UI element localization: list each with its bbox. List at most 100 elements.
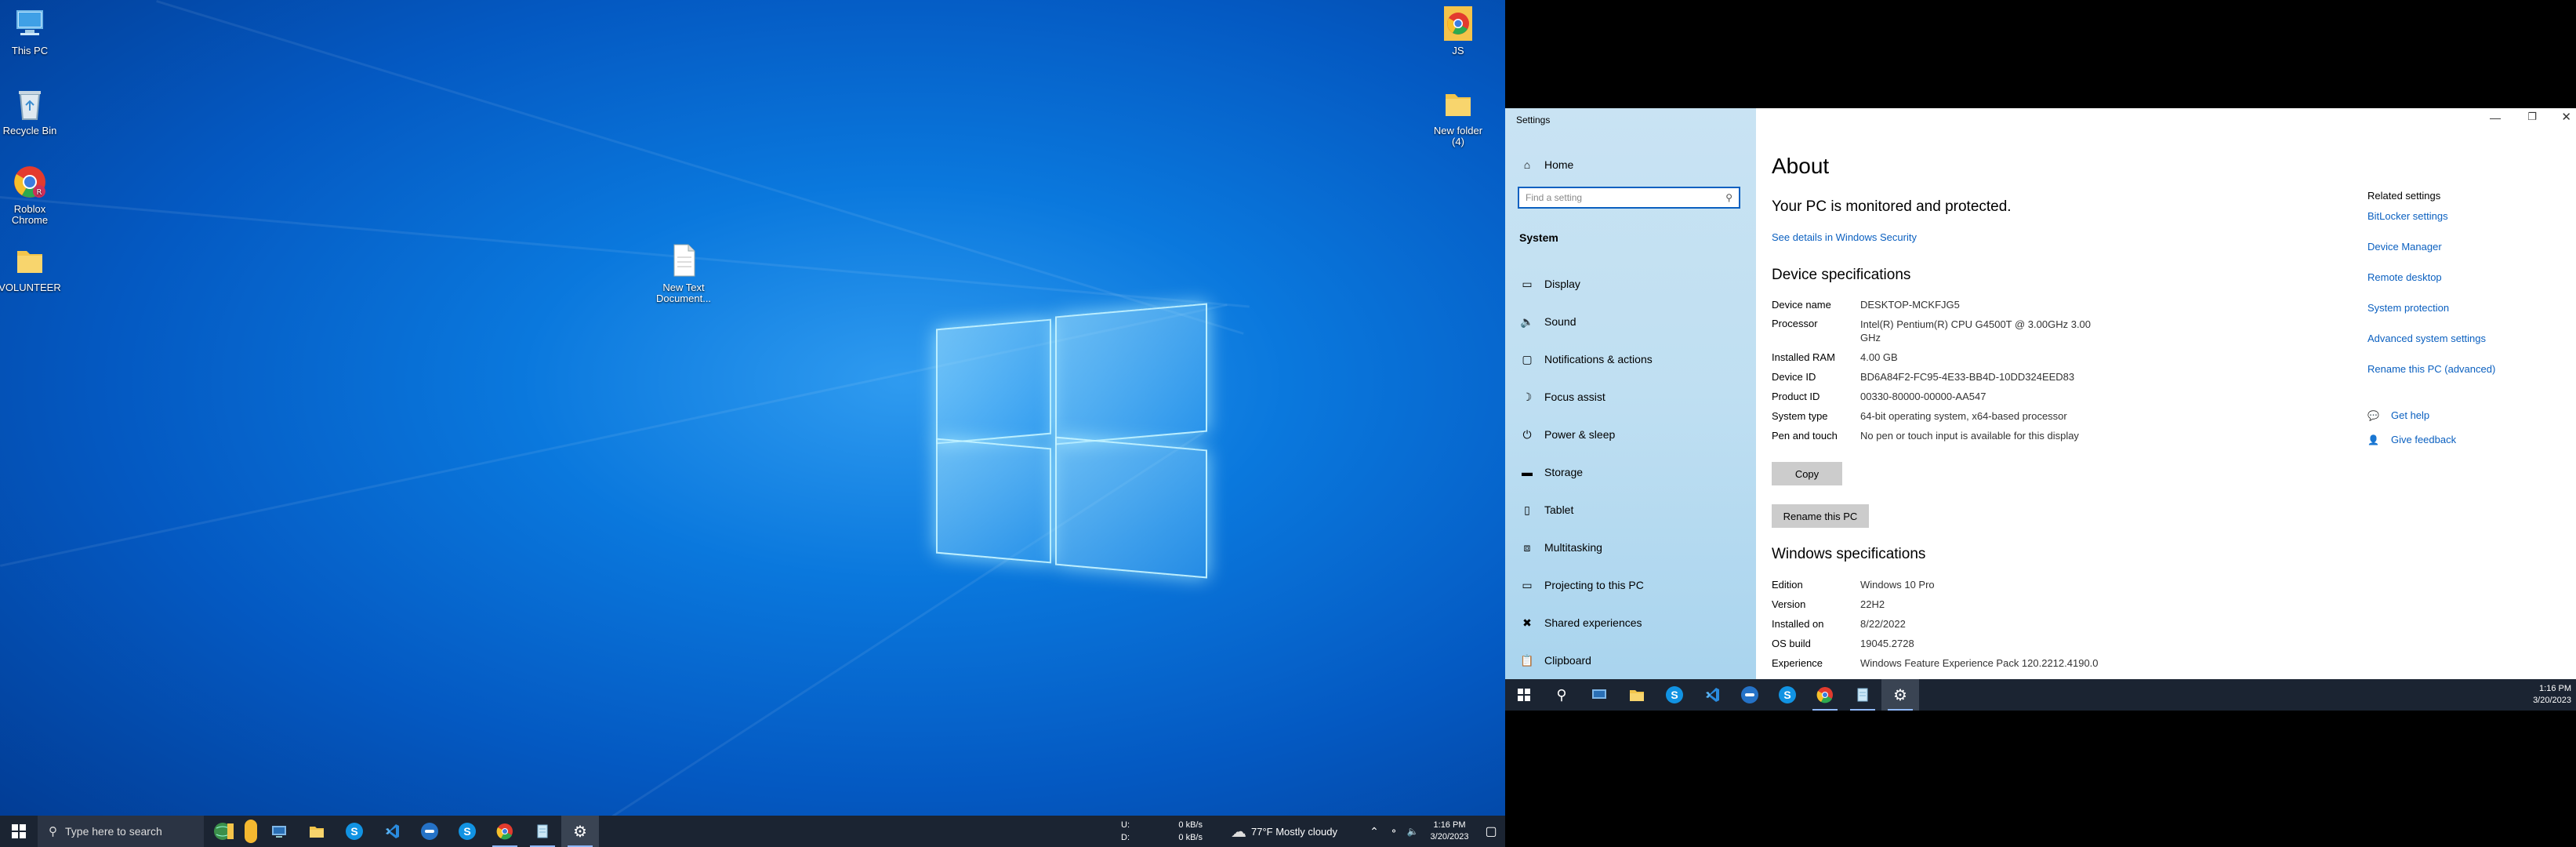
nav-item-display[interactable]: ▭ Display	[1505, 267, 1756, 301]
nav-item-label: Shared experiences	[1544, 616, 1642, 629]
taskbar-settings[interactable]: ⚙	[561, 816, 599, 847]
nav-item-projecting[interactable]: ▭ Projecting to this PC	[1505, 568, 1756, 602]
search-button[interactable]: ⚲	[1543, 679, 1580, 711]
desktop-icon-new-folder-4[interactable]: New folder (4)	[1427, 85, 1489, 147]
search-icon: ⚲	[1725, 192, 1732, 203]
notification-center-icon[interactable]: ▢	[1477, 823, 1505, 839]
nav-item-power-sleep[interactable]: ⏻ Power & sleep	[1505, 417, 1756, 452]
network-icon[interactable]: ⚬	[1384, 826, 1403, 837]
taskbar-chat-app[interactable]	[1731, 679, 1769, 711]
spec-label: Installed RAM	[1772, 351, 1835, 363]
windows-start-icon	[12, 824, 26, 838]
restore-button[interactable]: ❐	[2527, 111, 2537, 123]
weather-widget[interactable]: ☁ 77°F Mostly cloudy	[1231, 822, 1364, 842]
taskbar-settings[interactable]: ⚙	[1881, 679, 1919, 711]
taskbar-file-explorer[interactable]	[298, 816, 336, 847]
taskbar-notepad[interactable]	[524, 816, 561, 847]
home-icon: ⌂	[1523, 158, 1531, 171]
desktop-icon-this-pc[interactable]: This PC	[0, 5, 61, 56]
taskbar-notepad[interactable]	[1844, 679, 1881, 711]
taskbar-clock[interactable]: 1:16 PM 3/20/2023	[2516, 683, 2576, 707]
taskbar-chat-app[interactable]	[411, 816, 448, 847]
taskbar-remote-desktop[interactable]	[260, 816, 298, 847]
nav-item-storage[interactable]: ▬ Storage	[1505, 455, 1756, 489]
taskbar-vscode[interactable]	[373, 816, 411, 847]
taskbar-skype[interactable]: S	[336, 816, 373, 847]
get-help-row[interactable]: 💬 Get help	[2367, 409, 2429, 421]
taskbar-search-box[interactable]: ⚲ Type here to search	[38, 816, 204, 847]
taskbar-pinned-yellow[interactable]	[241, 816, 260, 847]
storage-icon: ▬	[1522, 466, 1533, 478]
spec-value: BD6A84F2-FC95-4E33-BB4D-10DD324EED83	[1860, 371, 2075, 383]
get-help-link[interactable]: Get help	[2391, 409, 2429, 421]
nav-item-focus-assist[interactable]: ☽ Focus assist	[1505, 380, 1756, 414]
taskbar-skype[interactable]: S	[1656, 679, 1693, 711]
taskbar-chrome[interactable]	[1806, 679, 1844, 711]
desktop-icon-volunteer[interactable]: VOLUNTEER	[0, 242, 61, 293]
chevron-up-icon[interactable]: ⌃	[1364, 825, 1384, 838]
right-taskbar: ⚲ S S ⚙ 1:16 PM 3/20/2023	[1505, 679, 2576, 711]
settings-search-input[interactable]: Find a setting ⚲	[1518, 187, 1740, 209]
desktop-icon-label: This PC	[11, 45, 49, 56]
skype-icon: S	[346, 823, 363, 840]
volume-icon[interactable]: 🔈	[1403, 826, 1422, 837]
spec-value: Windows Feature Experience Pack 120.2212…	[1860, 657, 2099, 669]
copy-button[interactable]: Copy	[1772, 462, 1842, 485]
remote-desktop-link[interactable]: Remote desktop	[2367, 271, 2442, 283]
windows-start-icon	[1518, 689, 1530, 701]
nav-item-sound[interactable]: 🔈 Sound	[1505, 304, 1756, 339]
close-button[interactable]: ✕	[2561, 110, 2571, 124]
net-up-value: 0 kB/s	[1178, 820, 1203, 830]
advanced-system-settings-link[interactable]: Advanced system settings	[2367, 333, 2486, 344]
spec-value: 00330-80000-00000-AA547	[1860, 391, 1986, 402]
system-protection-link[interactable]: System protection	[2367, 302, 2449, 314]
nav-home[interactable]: ⌂ Home	[1505, 147, 1756, 182]
spec-label: Device name	[1772, 299, 1831, 311]
nav-item-tablet[interactable]: ▯ Tablet	[1505, 493, 1756, 527]
give-feedback-row[interactable]: 👤 Give feedback	[2367, 434, 2456, 445]
spec-label: Installed on	[1772, 618, 1824, 630]
desktop-icon-js[interactable]: JS	[1427, 5, 1489, 56]
nav-item-label: Power & sleep	[1544, 428, 1616, 441]
taskbar-skype-2[interactable]: S	[448, 816, 486, 847]
taskbar-chrome[interactable]	[486, 816, 524, 847]
search-icon: ⚲	[49, 825, 57, 838]
notification-icon: ▢	[1522, 352, 1533, 365]
nav-item-multitasking[interactable]: ⧈ Multitasking	[1505, 530, 1756, 565]
nav-item-clipboard[interactable]: 📋 Clipboard	[1505, 643, 1756, 678]
nav-item-label: Sound	[1544, 315, 1576, 328]
bitlocker-settings-link[interactable]: BitLocker settings	[2367, 210, 2448, 222]
minimize-button[interactable]: —	[2490, 111, 2501, 124]
desktop-icon-new-text-document[interactable]: New Text Document...	[652, 242, 715, 304]
windows-security-link[interactable]: See details in Windows Security	[1772, 231, 1917, 243]
globe-icon	[214, 823, 234, 840]
desktop-icon-recycle-bin[interactable]: Recycle Bin	[0, 85, 61, 136]
taskbar-file-explorer[interactable]	[1618, 679, 1656, 711]
start-button[interactable]	[0, 816, 38, 847]
clipboard-icon: 📋	[1520, 653, 1534, 667]
desktop-icon-roblox-chrome[interactable]: R Roblox Chrome	[0, 163, 61, 226]
window-title: Settings	[1516, 115, 1551, 125]
taskbar-skype-2[interactable]: S	[1769, 679, 1806, 711]
vscode-icon	[386, 824, 399, 838]
desktop-icon-label: New Text Document...	[655, 282, 712, 304]
taskbar-remote-desktop[interactable]	[1580, 679, 1618, 711]
start-button[interactable]	[1505, 679, 1543, 711]
give-feedback-link[interactable]: Give feedback	[2391, 434, 2456, 445]
nav-item-notifications[interactable]: ▢ Notifications & actions	[1505, 342, 1756, 376]
taskbar-clock[interactable]: 1:16 PM 3/20/2023	[1422, 820, 1477, 843]
nav-item-shared-experiences[interactable]: ✖ Shared experiences	[1505, 605, 1756, 640]
power-icon: ⏻	[1522, 427, 1532, 441]
search-icon: ⚲	[1556, 686, 1567, 703]
taskbar-vscode[interactable]	[1693, 679, 1731, 711]
rename-pc-advanced-link[interactable]: Rename this PC (advanced)	[2367, 363, 2495, 375]
windows-logo-wallpaper	[936, 300, 1210, 579]
spec-label: Edition	[1772, 579, 1803, 591]
device-manager-link[interactable]: Device Manager	[2367, 241, 2442, 253]
desktop-icon-label: Recycle Bin	[2, 125, 57, 136]
rename-pc-button[interactable]: Rename this PC	[1772, 504, 1869, 528]
app-icon	[245, 820, 257, 843]
multitasking-icon: ⧈	[1523, 540, 1531, 554]
taskbar-globe-widget[interactable]	[204, 816, 241, 847]
chat-icon	[421, 823, 438, 840]
